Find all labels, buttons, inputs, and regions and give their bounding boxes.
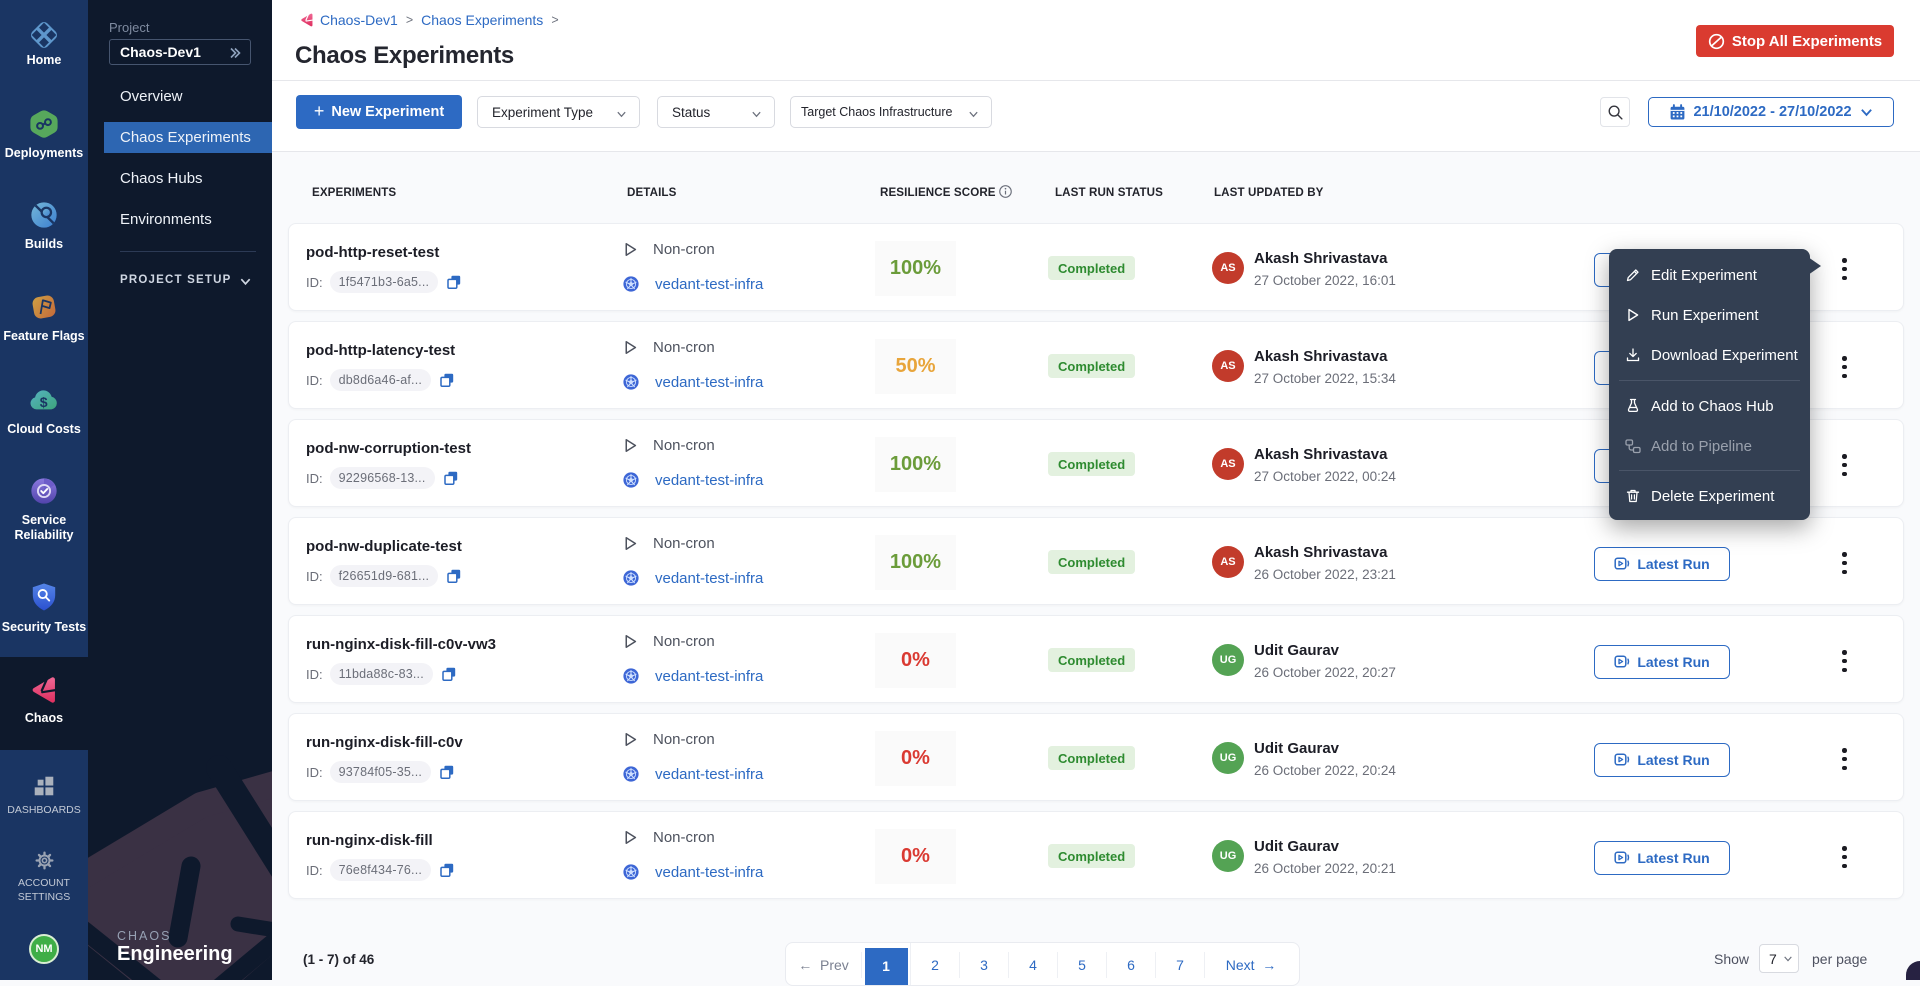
svg-text:$: $: [40, 394, 48, 410]
